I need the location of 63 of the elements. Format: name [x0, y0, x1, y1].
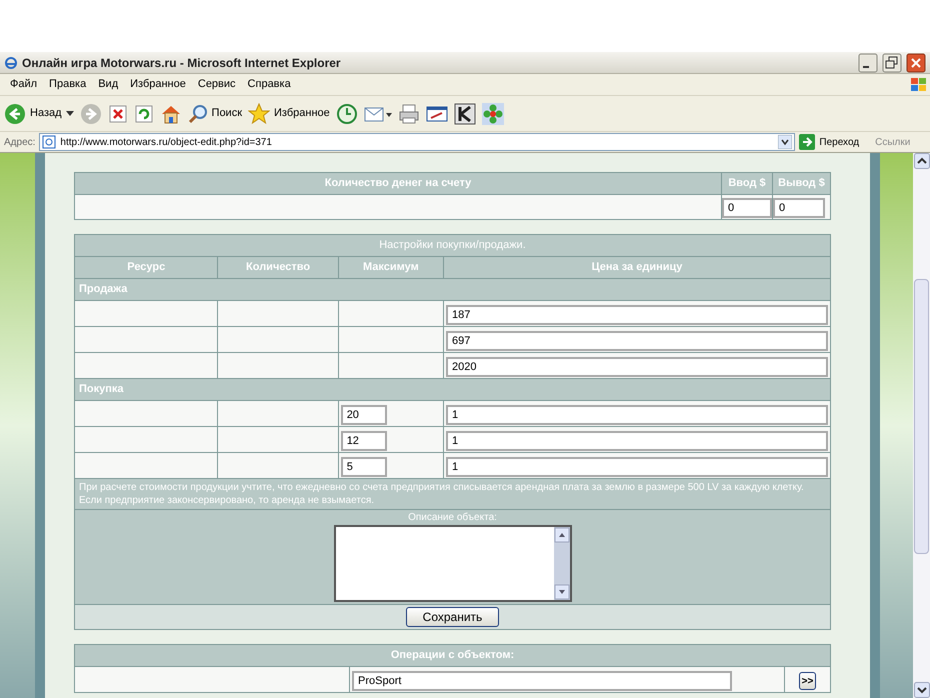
scroll-down-icon[interactable]: [914, 682, 930, 698]
text-input[interactable]: 0: [773, 198, 825, 218]
table-title: Операции с объектом:: [390, 649, 514, 662]
column-header: Цена за единицу: [592, 261, 682, 274]
column-header: Количество: [246, 261, 310, 274]
text-input[interactable]: 2020: [446, 356, 828, 376]
note-text: При расчете стоимости продукции учтите, что ежедневно со счета предприятия списывается арендная плата за землю в размере 500 LV за каждую клетку. Если предприятие законсервировано, то аренда не взымается.: [79, 481, 805, 507]
go-arrow-icon[interactable]: [799, 134, 816, 150]
table-title: Настройки покупки/продажи.: [379, 239, 526, 252]
column-header: Максимум: [362, 261, 419, 274]
browser-icon: [4, 56, 18, 70]
flower-icon[interactable]: [482, 102, 504, 124]
edit-page-icon[interactable]: [426, 104, 448, 124]
close-icon[interactable]: [906, 52, 926, 72]
text-input[interactable]: 20: [340, 404, 387, 424]
back-button[interactable]: Назад: [30, 105, 62, 122]
menu-item[interactable]: Справка: [242, 76, 297, 93]
text-input[interactable]: 1: [446, 430, 828, 450]
minimize-icon[interactable]: [858, 52, 878, 72]
column-header: Ресурс: [127, 261, 166, 274]
restore-icon[interactable]: [882, 52, 902, 72]
menu-item[interactable]: Сервис: [192, 76, 242, 93]
text-input[interactable]: 12: [340, 430, 387, 450]
star-icon[interactable]: [248, 102, 270, 124]
column-header: Вывод $: [778, 177, 825, 190]
column-header: Ввод $: [728, 177, 766, 190]
dropdown-arrow-icon[interactable]: [778, 135, 792, 149]
go-button[interactable]: >>: [798, 672, 816, 690]
k-logo-icon[interactable]: [454, 102, 476, 124]
section-title: Продажа: [79, 283, 128, 296]
text-input[interactable]: 5: [340, 456, 387, 476]
window-title: Онлайн игра Motorwars.ru - Microsoft Internet Explorer: [22, 54, 342, 72]
stop-icon[interactable]: [108, 104, 128, 124]
menu-item[interactable]: Файл: [4, 76, 44, 93]
column-header: Количество денег на счету: [324, 177, 472, 190]
field-label: Описание объекта:: [408, 511, 497, 525]
text-input[interactable]: 187: [446, 304, 828, 324]
search-button[interactable]: Поиск: [212, 105, 242, 122]
save-button[interactable]: Сохранить: [406, 607, 500, 627]
text-input[interactable]: 1: [446, 404, 828, 424]
refresh-icon[interactable]: [134, 104, 154, 124]
url-text: http://www.motorwars.ru/object-edit.php?id=371: [60, 136, 273, 150]
scroll-thumb[interactable]: [914, 279, 929, 554]
go-button[interactable]: Переход: [819, 134, 860, 150]
text-input[interactable]: 0: [722, 198, 772, 218]
text-input[interactable]: 697: [446, 330, 828, 350]
scroll-up-icon[interactable]: [914, 153, 930, 169]
history-icon[interactable]: [336, 102, 358, 124]
description-field[interactable]: [334, 525, 572, 602]
dropdown-caret-icon[interactable]: [66, 110, 74, 116]
page-icon: [42, 135, 56, 149]
menu-item[interactable]: Вид: [92, 76, 124, 93]
text-input[interactable]: ProSport: [352, 670, 732, 690]
menu-item[interactable]: Правка: [43, 76, 92, 93]
address-label: Адрес:: [4, 136, 36, 150]
search-icon[interactable]: [188, 104, 208, 124]
printer-icon[interactable]: [398, 102, 420, 124]
favorites-button[interactable]: Избранное: [274, 105, 330, 122]
section-title: Покупка: [79, 383, 124, 396]
scrollbar[interactable]: [913, 153, 930, 698]
text-input[interactable]: 1: [446, 456, 828, 476]
menu-item[interactable]: Избранное: [124, 76, 192, 93]
address-field[interactable]: http://www.motorwars.ru/object-edit.php?id=371: [39, 133, 796, 151]
